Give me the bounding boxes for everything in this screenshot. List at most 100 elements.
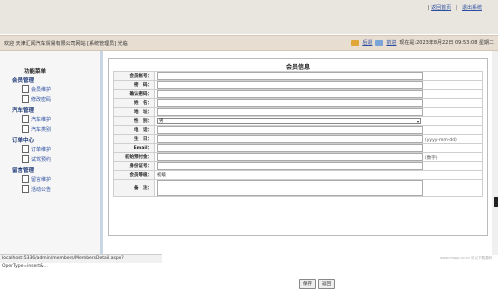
page-scrollbar[interactable] (492, 51, 498, 255)
birthday-hint: (yyyy-mm-dd) (425, 137, 457, 143)
welcome-actions: 后退 前进 现在是:2023年8月22日 09:53:08 星期二 (351, 39, 494, 46)
top-links: | 返回首页 | 退出系统 (428, 4, 482, 11)
member-no-cell (154, 71, 483, 81)
sidebar-item-label: 汽车类别 (31, 126, 52, 133)
sidebar-item-message-maintain[interactable]: 留言维护 (12, 174, 98, 184)
page-icon (22, 145, 29, 153)
form-buttons: 保存 返回 (299, 279, 335, 289)
name-cell (154, 98, 483, 108)
id-number-label: 身份证号： (113, 161, 155, 171)
deposit-hint: (数字) (425, 155, 438, 161)
gender-select[interactable]: 男 (157, 118, 421, 125)
form-row-remark: 备 注： (113, 179, 483, 197)
home-link[interactable]: 返回首页 (431, 5, 451, 11)
group-message[interactable]: 留言管理 (12, 166, 98, 174)
back-button[interactable]: 返回 (318, 279, 335, 289)
birthday-cell: (yyyy-mm-dd) (154, 134, 483, 144)
group-member[interactable]: 会员管理 (12, 76, 98, 84)
remark-textarea[interactable] (157, 180, 423, 196)
member-no-input[interactable] (157, 72, 423, 80)
welcome-bar: 欢迎 天津汇闻汽车贸易有限公司网站 [系统管理员] 光临 后退 前进 现在是:2… (0, 35, 498, 51)
email-input[interactable] (157, 144, 423, 152)
main-panel: 会员信息 会员帐号： 密 码： 确认密码： 姓 名： 地 址： 性 别：男 电 … (108, 58, 488, 289)
back-link[interactable]: 后退 (362, 39, 372, 46)
phone-input[interactable] (157, 126, 423, 134)
scrollbar-thumb[interactable] (494, 197, 498, 207)
name-label: 姓 名： (113, 98, 155, 108)
page-icon (22, 175, 29, 183)
form-row-level: 会员等级： 初级 (113, 170, 483, 180)
sidebar-item-test-drive[interactable]: 试驾预约 (12, 154, 98, 164)
form-row-gender: 性 别：男 (113, 116, 483, 126)
member-no-label: 会员帐号： (113, 71, 155, 81)
sidebar-item-car-maintain[interactable]: 汽车维护 (12, 114, 98, 124)
page-icon (22, 185, 29, 193)
sidebar-item-change-password[interactable]: 修改密码 (12, 94, 98, 104)
email-cell (154, 143, 483, 153)
form-row-name: 姓 名： (113, 98, 483, 108)
password-input[interactable] (157, 81, 423, 89)
sidebar-item-label: 修改密码 (31, 96, 52, 103)
sidebar-item-label: 会员维护 (31, 86, 52, 93)
forward-link[interactable]: 前进 (386, 39, 396, 46)
birthday-label: 生 日： (113, 134, 155, 144)
form-row-id-number: 身份证号： (113, 161, 483, 171)
birthday-input[interactable] (157, 135, 423, 143)
group-car[interactable]: 汽车管理 (12, 106, 98, 114)
form-row-password: 密 码： (113, 80, 483, 90)
member-form: 会员帐号： 密 码： 确认密码： 姓 名： 地 址： 性 别：男 电 话： 生 … (113, 71, 483, 197)
form-row-birthday: 生 日： (yyyy-mm-dd) (113, 134, 483, 144)
form-row-phone: 电 话： (113, 125, 483, 135)
password-label: 密 码： (113, 80, 155, 90)
form-row-address: 地 址： (113, 107, 483, 117)
page-icon (22, 125, 29, 133)
top-bar: | 返回首页 | 退出系统 (0, 0, 498, 34)
password-cell (154, 80, 483, 90)
id-number-input[interactable] (157, 162, 423, 170)
form-row-email: Email： (113, 143, 483, 153)
watermark-text: www.mapp-co.cn 可以下载源码 (439, 256, 492, 260)
group-order[interactable]: 订单中心 (12, 136, 98, 144)
remark-label: 备 注： (113, 179, 155, 197)
level-cell: 初级 (154, 170, 483, 180)
name-input[interactable] (157, 99, 423, 107)
sidebar-item-label: 订单维护 (31, 146, 52, 153)
deposit-cell: (数字) (154, 152, 483, 162)
top-sep-middle: | (455, 5, 458, 11)
page-icon (22, 85, 29, 93)
top-sep-left: | (427, 5, 430, 11)
form-row-confirm-password: 确认密码： (113, 89, 483, 99)
confirm-password-input[interactable] (157, 90, 423, 98)
sidebar-item-label: 汽车维护 (31, 116, 52, 123)
gender-label: 性 别： (113, 116, 155, 126)
sidebar-item-label: 试驾预约 (31, 156, 52, 163)
deposit-input[interactable] (157, 153, 423, 161)
deposit-label: 初始预付金： (113, 152, 155, 162)
address-label: 地 址： (113, 107, 155, 117)
form-row-member-no: 会员帐号： (113, 71, 483, 81)
phone-label: 电 话： (113, 125, 155, 135)
sidebar-item-label: 活动公告 (31, 186, 52, 193)
forward-icon (375, 39, 384, 46)
save-button[interactable]: 保存 (299, 279, 316, 289)
address-cell (154, 107, 483, 117)
form-title: 会员信息 (285, 64, 310, 71)
back-icon (351, 39, 360, 46)
page-icon (22, 155, 29, 163)
menu-groups: 会员管理 会员维护 修改密码 汽车管理 汽车维护 汽车类别 订单中心 订单维护 … (12, 74, 98, 194)
remark-cell (154, 179, 483, 197)
confirm-password-cell (154, 89, 483, 99)
form-row-deposit: 初始预付金： (数字) (113, 152, 483, 162)
sidebar-item-label: 留言维护 (31, 176, 52, 183)
level-label: 会员等级： (113, 170, 155, 180)
sidebar: 功能菜单 会员管理 会员维护 修改密码 汽车管理 汽车维护 汽车类别 订单中心 … (0, 51, 103, 255)
welcome-text: 欢迎 天津汇闻汽车贸易有限公司网站 [系统管理员] 光临 (4, 41, 128, 47)
sidebar-item-member-maintain[interactable]: 会员维护 (12, 84, 98, 94)
email-label: Email： (113, 143, 155, 153)
sidebar-item-order-maintain[interactable]: 订单维护 (12, 144, 98, 154)
logout-link[interactable]: 退出系统 (462, 5, 482, 11)
sidebar-item-announcement[interactable]: 活动公告 (12, 184, 98, 194)
sidebar-item-car-category[interactable]: 汽车类别 (12, 124, 98, 134)
id-number-cell (154, 161, 483, 171)
address-input[interactable] (157, 108, 423, 116)
